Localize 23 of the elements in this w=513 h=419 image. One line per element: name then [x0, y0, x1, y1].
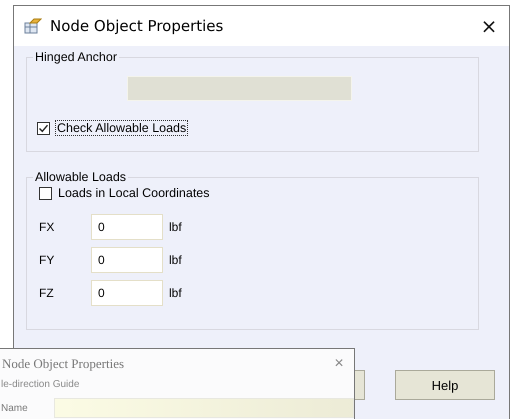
properties-icon [24, 18, 42, 34]
load-label: FY [38, 253, 56, 267]
load-field[interactable]: 0 [91, 247, 163, 273]
input-field[interactable] [54, 398, 354, 418]
checkbox-label[interactable]: Loads in Local Coordinates [58, 186, 210, 200]
group-title: Allowable Loads [34, 170, 128, 184]
group-title: Hinged Anchor [34, 50, 118, 64]
checkbox[interactable] [37, 122, 50, 134]
checkbox[interactable] [39, 186, 52, 200]
load-label: FX [38, 220, 56, 234]
load-field[interactable]: 0 [91, 214, 163, 240]
unit-label: lbf [169, 220, 182, 234]
unit-label: lbf [169, 253, 182, 267]
close-button[interactable]: × [469, 14, 509, 38]
load-field[interactable]: 0 [91, 280, 163, 306]
unit-label: lbf [169, 286, 182, 300]
load-label: FZ [38, 286, 55, 300]
window-title: Node Object Properties [50, 17, 224, 35]
help-button[interactable]: Help [395, 370, 495, 400]
field-label: Name [1, 402, 28, 414]
group-title: le-direction Guide [0, 379, 80, 390]
window-title: Node Object Properties [2, 356, 126, 372]
checkbox-label[interactable]: Check Allowable Loads [55, 120, 188, 136]
